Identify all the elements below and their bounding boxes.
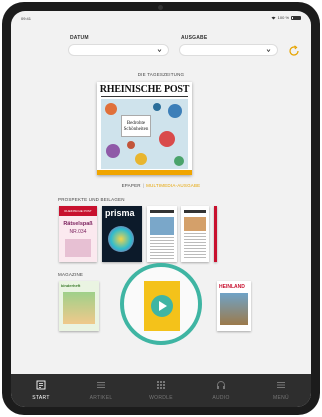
prospekte-title: PROSPEKTE UND BEILAGEN	[58, 197, 125, 202]
prospekt-thumb-3[interactable]	[147, 206, 177, 262]
prospekt-thumb-4[interactable]	[181, 206, 209, 262]
magazine-kids-title: kinderheft	[61, 283, 81, 288]
chevron-down-icon	[266, 49, 271, 53]
refresh-icon[interactable]	[288, 45, 300, 57]
magazine-title: MAGAZINE	[58, 272, 84, 277]
bottom-nav: START ARTIKEL WORDLE AUDIO MENÜ	[11, 374, 311, 407]
newspaper-icon	[36, 380, 46, 390]
datum-label: DATUM	[70, 35, 89, 41]
nav-menu[interactable]: MENÜ	[251, 374, 311, 407]
play-button[interactable]	[151, 295, 173, 317]
magazine-heinland-title: HEINLAND	[219, 284, 245, 290]
raetsel-grid	[65, 239, 91, 257]
thumb-headline-bar	[184, 210, 206, 213]
prospekt-thumb-raetsel[interactable]: RHEINISCHE POST Rätselspaß NR.034	[59, 206, 97, 262]
magazine-thumb-heinland[interactable]: HEINLAND	[217, 281, 251, 331]
status-time: 09:41	[21, 16, 32, 21]
thumb-photo	[184, 217, 206, 231]
status-right: 100 %	[271, 15, 301, 20]
headphones-icon	[217, 381, 225, 389]
prisma-title: prisma	[105, 208, 135, 218]
newspaper-masthead: RHEINISCHE POST	[99, 84, 190, 95]
magazine-kids-image	[63, 292, 95, 324]
nav-wordle[interactable]: WORDLE	[131, 374, 191, 407]
raetsel-number: NR.034	[69, 229, 87, 235]
ausgabe-label: AUSGABE	[181, 35, 208, 41]
raetsel-brand: RHEINISCHE POST	[59, 206, 97, 216]
datum-select[interactable]	[68, 44, 169, 56]
play-icon	[159, 301, 167, 311]
thumb-text	[184, 233, 206, 259]
thumb-text	[150, 237, 174, 259]
status-bar: 09:41 100 %	[11, 11, 311, 25]
edition-links: EPAPER | MULTIMEDIA-AUSGABE	[11, 183, 311, 188]
camera-dot	[158, 5, 163, 10]
wifi-icon	[271, 16, 276, 19]
magazine-thumb-kids[interactable]: kinderheft	[59, 281, 99, 331]
cover-illustration: Bedrohte Schönheiten	[101, 99, 188, 169]
ausgabe-select[interactable]	[179, 44, 278, 56]
grid-icon	[157, 381, 165, 389]
raetsel-title: Rätselspaß	[63, 221, 93, 227]
list-icon	[97, 382, 105, 388]
nav-start[interactable]: START	[11, 374, 71, 407]
battery-icon	[291, 15, 301, 20]
nav-audio-label: AUDIO	[212, 395, 230, 401]
prisma-image	[108, 226, 134, 252]
chevron-down-icon	[157, 49, 162, 53]
nav-start-label: START	[32, 395, 50, 401]
cover-strip	[97, 170, 192, 175]
link-separator: |	[142, 183, 145, 188]
thumb-headline-bar	[150, 210, 174, 213]
app-screen: 09:41 100 % DATUM AUSGABE DIE TAGESZEITU…	[11, 11, 311, 407]
tablet-frame: 09:41 100 % DATUM AUSGABE DIE TAGESZEITU…	[2, 2, 320, 415]
nav-artikel[interactable]: ARTIKEL	[71, 374, 131, 407]
newspaper-cover[interactable]: RHEINISCHE POST Bedrohte Schönheiten	[97, 82, 192, 175]
thumb-photo	[150, 217, 174, 235]
magazine-heinland-image	[220, 293, 248, 325]
tageszeitung-title: DIE TAGESZEITUNG	[137, 72, 185, 77]
nav-audio[interactable]: AUDIO	[191, 374, 251, 407]
epaper-link[interactable]: EPAPER	[122, 183, 141, 188]
cover-headline: Bedrohte Schönheiten	[121, 115, 151, 137]
prospekt-thumb-prisma[interactable]: prisma	[102, 206, 142, 262]
prospekt-thumb-edge	[214, 206, 217, 262]
battery-text: 100 %	[277, 15, 289, 20]
nav-menu-label: MENÜ	[273, 395, 289, 401]
multimedia-link[interactable]: MULTIMEDIA-AUSGABE	[146, 183, 200, 188]
nav-wordle-label: WORDLE	[149, 395, 173, 401]
nav-artikel-label: ARTIKEL	[89, 395, 113, 401]
menu-icon	[277, 382, 285, 388]
masthead-rule	[101, 96, 188, 97]
